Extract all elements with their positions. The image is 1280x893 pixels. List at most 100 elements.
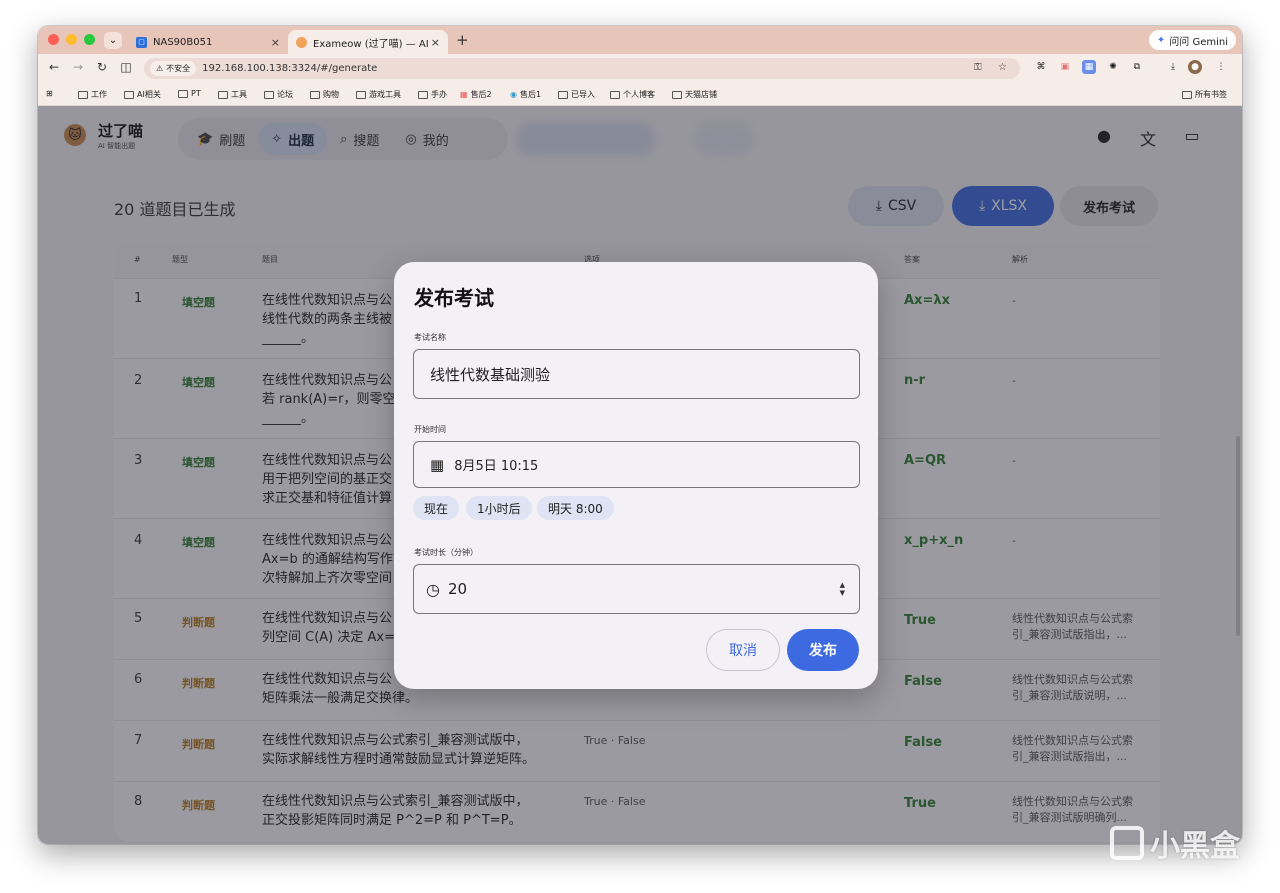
all-bookmarks[interactable]: 所有书签	[1182, 89, 1227, 100]
minimize-window-button[interactable]	[66, 34, 77, 45]
split-view-icon[interactable]: ◫	[118, 60, 134, 74]
bookmark-folder[interactable]: PT	[178, 89, 201, 98]
bookmark-folder[interactable]: 个人博客	[610, 89, 655, 100]
menu-kebab-icon[interactable]: ⋮	[1214, 60, 1228, 74]
bookmark-folder[interactable]: 游戏工具	[356, 89, 401, 100]
bookmark-label: AI相关	[137, 90, 161, 99]
watermark-logo-icon	[1110, 826, 1144, 860]
bookmark-label: 售后2	[470, 90, 492, 99]
clock-icon: ◷	[426, 579, 440, 599]
bookmark-folder[interactable]: 已导入	[558, 89, 595, 100]
warning-icon: ⚠	[156, 64, 164, 73]
bookmark-folder[interactable]: 工具	[218, 89, 247, 100]
address-bar[interactable]: ⚠ 不安全 192.168.100.138:3324/#/generate ⚿ …	[144, 58, 1020, 79]
folder-icon	[78, 90, 88, 99]
bookmark-label: 售后1	[519, 90, 542, 99]
maximize-window-button[interactable]	[84, 34, 95, 45]
bookmark-label: 工作	[91, 90, 107, 99]
folder-icon	[178, 89, 188, 98]
gemini-icon: ✦	[1156, 34, 1166, 46]
security-badge[interactable]: ⚠ 不安全	[150, 61, 197, 76]
tab-title: NAS90B051	[153, 36, 213, 48]
tab-title: Exameow (过了喵) — AI Exam	[313, 38, 431, 50]
cancel-button[interactable]: 取消	[706, 629, 780, 671]
bookmark-folder[interactable]: 天猫店铺	[672, 89, 717, 100]
watermark: 小黑盒	[1110, 821, 1240, 865]
chip-tomorrow-8[interactable]: 明天 8:00	[537, 496, 614, 520]
watermark-text: 小黑盒	[1150, 829, 1240, 864]
forward-icon[interactable]: →	[70, 60, 86, 74]
new-tab-button[interactable]: +	[456, 31, 469, 49]
publish-exam-dialog: 发布考试 考试名称 线性代数基础测验 开始时间 ▦ 8月5日 10:15 现在 …	[394, 262, 878, 689]
close-window-button[interactable]	[48, 34, 59, 45]
bookmark-label: 天猫店铺	[685, 90, 717, 99]
folder-icon	[418, 90, 428, 99]
bookmark-folder[interactable]: 工作	[78, 89, 107, 100]
bookmark-link[interactable]: ◉ 售后1	[510, 89, 541, 100]
apps-grid-icon[interactable]: ⊞	[46, 89, 53, 98]
exam-name-value: 线性代数基础测验	[430, 365, 551, 384]
bookmark-label: 手办	[431, 90, 447, 99]
back-icon[interactable]: ←	[46, 60, 62, 74]
chip-now[interactable]: 现在	[413, 496, 460, 520]
profile-avatar[interactable]: ●	[1188, 60, 1202, 74]
bookmark-label: 购物	[323, 90, 339, 99]
dialog-title: 发布考试	[414, 286, 494, 310]
start-time-input[interactable]: ▦ 8月5日 10:15	[413, 441, 860, 488]
browser-toolbar: ← → ↻ ◫ ⚠ 不安全 192.168.100.138:3324/#/gen…	[38, 54, 1242, 82]
bookmark-label: 所有书签	[1195, 90, 1227, 99]
bookmark-link[interactable]: ▦ 售后2	[460, 89, 492, 100]
close-tab-icon[interactable]: ×	[431, 36, 440, 49]
bookmark-star-icon[interactable]: ☆	[998, 62, 1007, 73]
duration-input[interactable]: ◷ 20 ▲ ▼	[413, 564, 860, 614]
start-time-value: 8月5日 10:15	[454, 459, 539, 474]
exameow-favicon-icon	[296, 36, 307, 48]
password-key-icon[interactable]: ⚿	[974, 62, 982, 73]
folder-icon	[356, 90, 366, 99]
duration-value: 20	[447, 580, 468, 598]
folder-icon	[310, 90, 320, 99]
extension-1-icon[interactable]: ⌘	[1034, 60, 1048, 74]
folder-icon	[1182, 90, 1192, 99]
bookmark-folder[interactable]: 论坛	[264, 89, 293, 100]
url-text: 192.168.100.138:3324/#/generate	[202, 63, 378, 74]
insecure-label: 不安全	[166, 64, 191, 73]
exam-name-input[interactable]: 线性代数基础测验	[413, 349, 860, 399]
tab-nas[interactable]: ▢ NAS90B051 ×	[128, 30, 288, 54]
reload-icon[interactable]: ↻	[94, 60, 110, 74]
globe-icon: ◉	[510, 90, 517, 99]
start-time-label: 开始时间	[414, 425, 446, 434]
extension-2-icon[interactable]: ▣	[1058, 60, 1072, 74]
browser-window: ⌄ ▢ NAS90B051 × Exameow (过了喵) — AI Exam …	[38, 26, 1242, 844]
bookmark-label: 游戏工具	[369, 90, 401, 99]
openai-extension-icon[interactable]: ✺	[1106, 60, 1120, 74]
tab-exameow[interactable]: Exameow (过了喵) — AI Exam ×	[288, 30, 448, 54]
extension-3-icon[interactable]: ▦	[1082, 60, 1096, 74]
close-tab-icon[interactable]: ×	[271, 36, 280, 49]
stepper-icon[interactable]: ▲ ▼	[840, 581, 845, 597]
bookmark-label: 已导入	[571, 90, 595, 99]
publish-button[interactable]: 发布	[787, 629, 859, 671]
exam-name-label: 考试名称	[414, 333, 446, 342]
tab-search-button[interactable]: ⌄	[104, 32, 122, 49]
gemini-button[interactable]: ✦ 问问 Gemini	[1148, 30, 1236, 50]
folder-icon	[610, 90, 620, 99]
download-icon[interactable]: ⤓	[1166, 60, 1180, 74]
bookmark-folder[interactable]: 手办	[418, 89, 447, 100]
bookmark-label: 论坛	[277, 90, 293, 99]
duration-label: 考试时长（分钟）	[414, 548, 478, 557]
puzzle-extensions-icon[interactable]: ⧉	[1130, 60, 1144, 74]
bookmark-folder[interactable]: AI相关	[124, 89, 161, 100]
chip-one-hour-later[interactable]: 1小时后	[466, 496, 532, 520]
bookmarks-bar: ⊞ 工作 AI相关 PT 工具 论坛 购物 游戏工具 手办 ▦ 售后2 ◉ 售后1 …	[38, 82, 1242, 106]
bookmark-label: PT	[191, 89, 201, 98]
gemini-label: 问问 Gemini	[1169, 36, 1228, 48]
folder-icon	[124, 90, 134, 99]
bookmark-folder[interactable]: 购物	[310, 89, 339, 100]
folder-icon	[672, 90, 682, 99]
folder-icon	[218, 90, 228, 99]
calendar-icon: ▦	[430, 455, 445, 474]
chevron-down-icon: ⌄	[108, 35, 118, 46]
tab-bar: ⌄ ▢ NAS90B051 × Exameow (过了喵) — AI Exam …	[38, 26, 1242, 54]
bookmark-label: 个人博客	[623, 90, 655, 99]
